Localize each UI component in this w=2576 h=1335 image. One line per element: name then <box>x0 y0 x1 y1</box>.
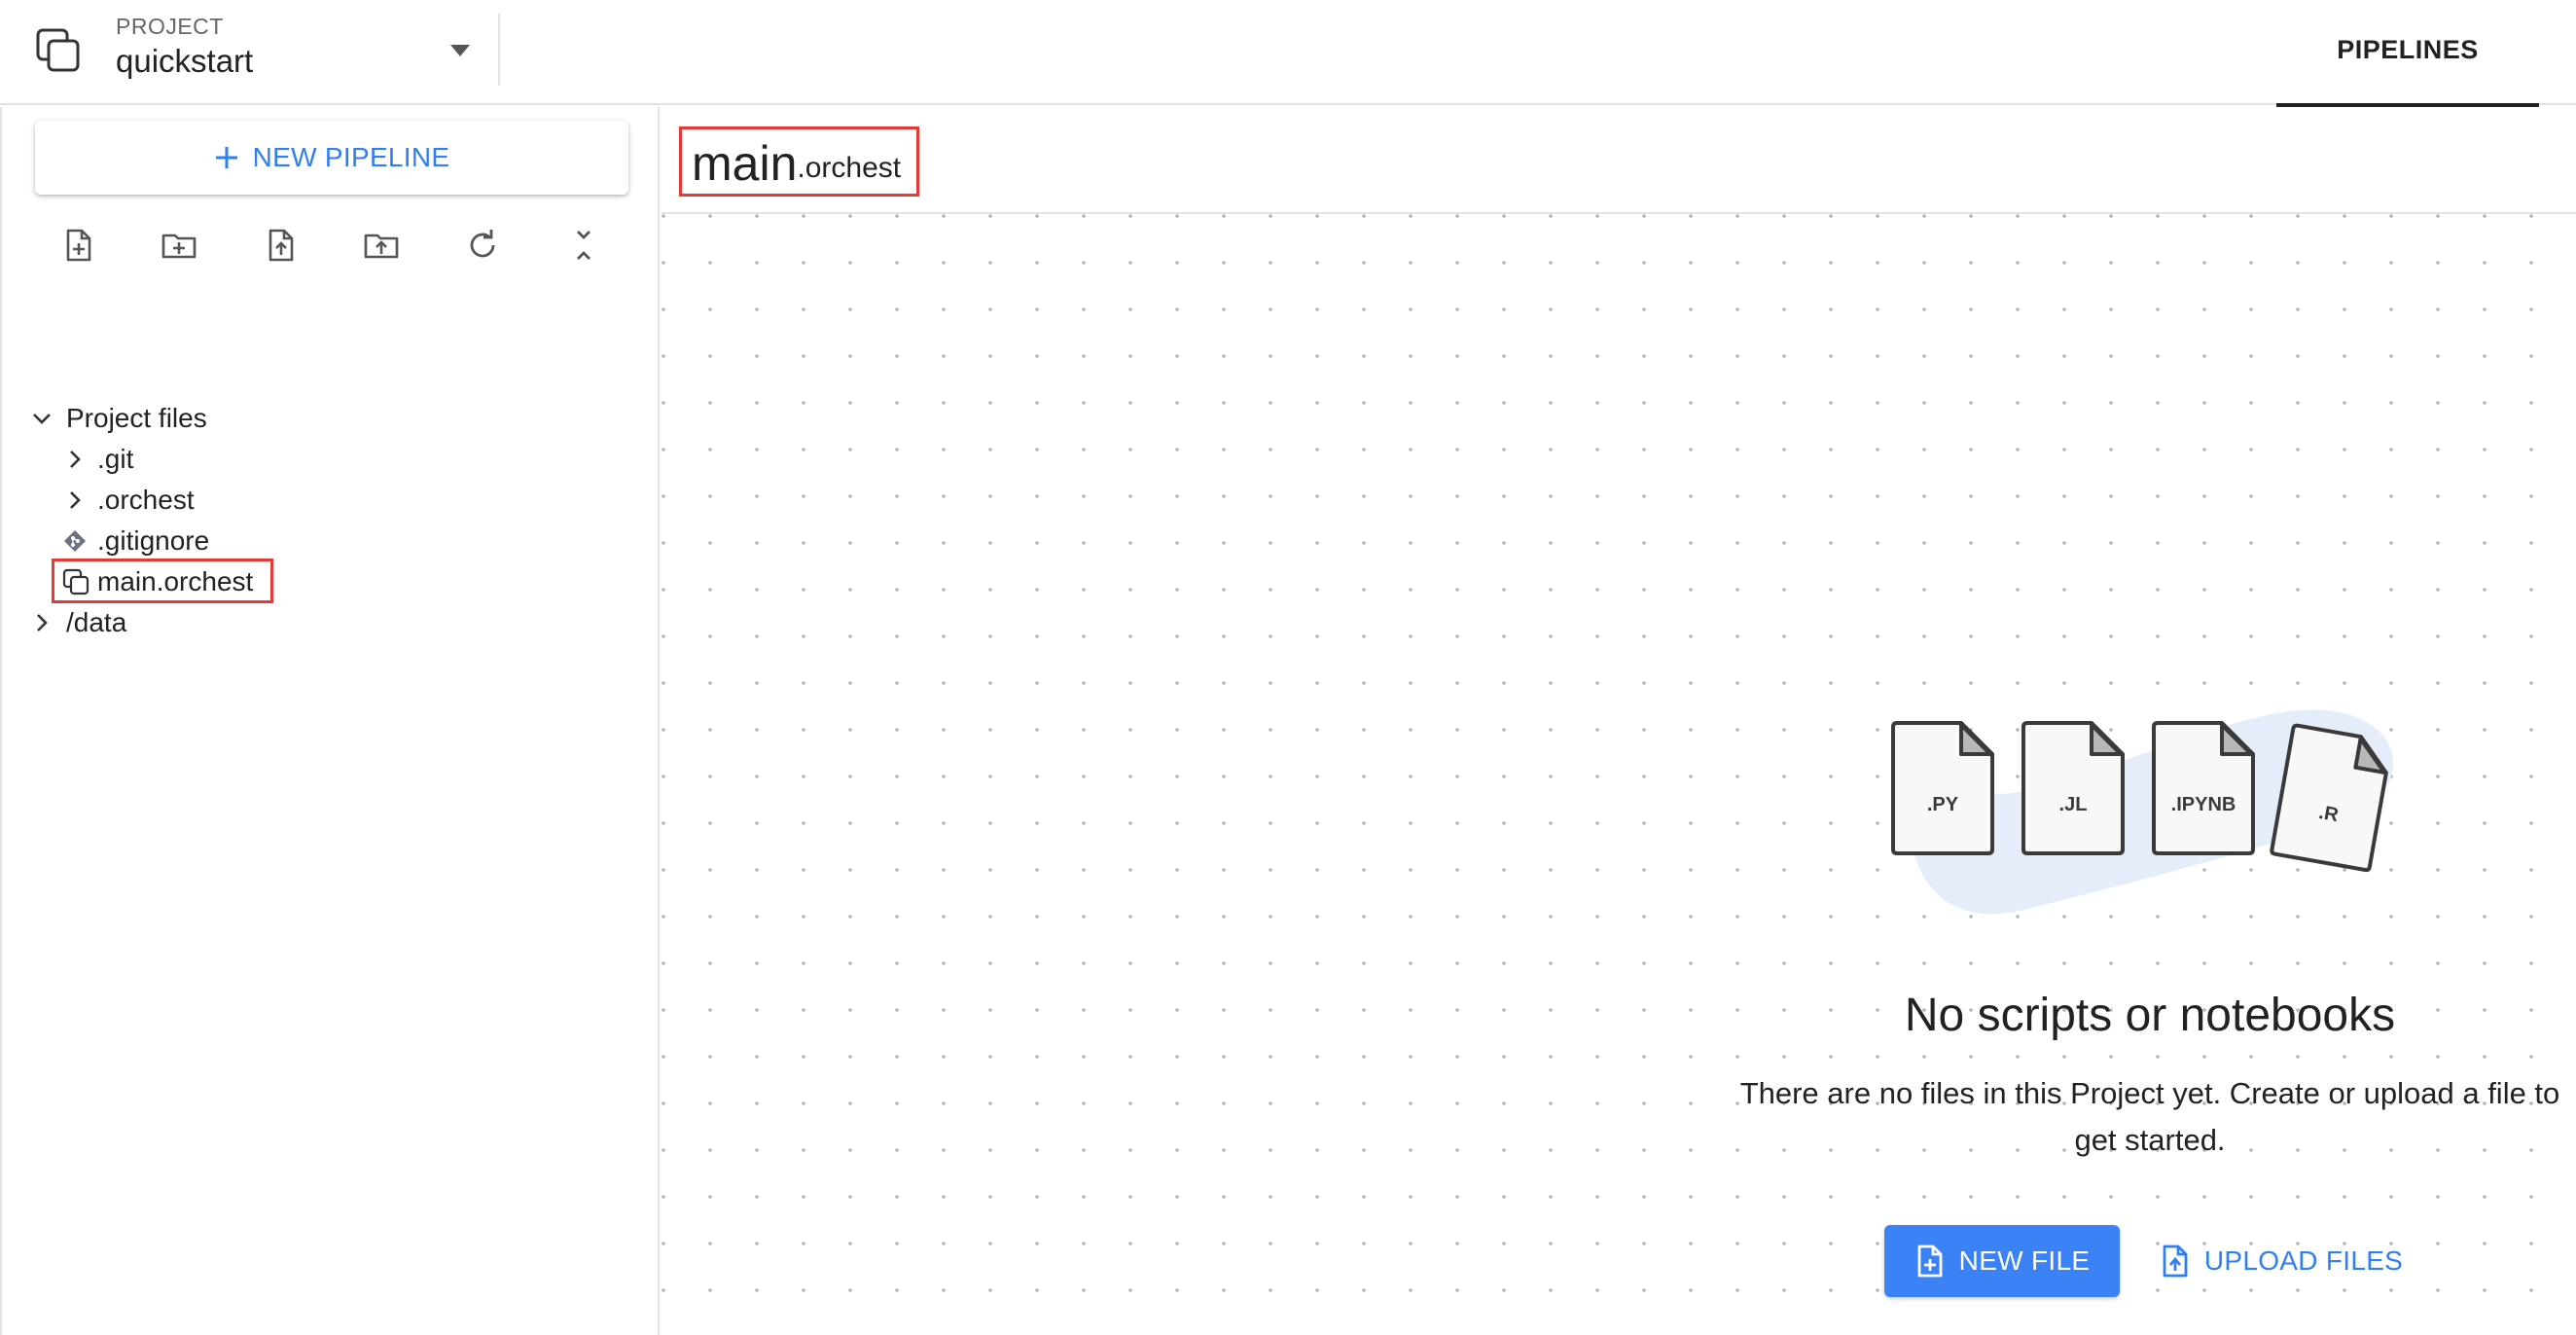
ipynb-file-icon: .IPYNB <box>2152 721 2255 855</box>
tree-item-gitignore[interactable]: .gitignore <box>62 522 209 560</box>
jl-file-label: .JL <box>2059 794 2088 815</box>
project-selector[interactable]: quickstart <box>116 43 253 80</box>
new-pipeline-button[interactable]: NEW PIPELINE <box>35 121 628 195</box>
chevron-right-icon <box>70 491 81 509</box>
tree-item-label: .git <box>97 444 134 474</box>
pipeline-name[interactable]: main .orchest <box>679 126 920 197</box>
git-icon <box>64 530 86 552</box>
py-file-label: .PY <box>1927 794 1959 815</box>
upload-files-label: UPLOAD FILES <box>2203 1245 2404 1276</box>
caret-down-icon[interactable] <box>450 45 470 56</box>
pipeline-name-base: main <box>692 136 798 191</box>
file-sidebar: NEW PIPELINE Project files .git .orchest… <box>0 107 660 1335</box>
project-kicker: PROJECT <box>116 14 224 39</box>
empty-state-description: There are no files in this Project yet. … <box>1739 1076 2560 1157</box>
collapse-all-icon[interactable] <box>560 222 607 269</box>
chevron-right-icon <box>70 451 81 468</box>
top-header: PROJECT quickstart PIPELINES <box>0 0 2576 107</box>
ipynb-file-label: .IPYNB <box>2171 794 2236 815</box>
pipeline-canvas[interactable]: main .orchest .PY .JL .IPYNB .R No scrip… <box>662 107 2576 1335</box>
tab-pipelines[interactable]: PIPELINES <box>2276 0 2539 107</box>
tree-item-orchest-folder[interactable]: .orchest <box>62 481 195 520</box>
new-pipeline-label: NEW PIPELINE <box>252 142 450 172</box>
project-logo-icon <box>36 28 80 72</box>
upload-file-icon[interactable] <box>257 222 304 269</box>
tree-root-label: Project files <box>66 403 207 433</box>
new-file-icon <box>1917 1245 1943 1278</box>
header-divider <box>498 14 500 86</box>
upload-folder-icon[interactable] <box>358 222 405 269</box>
file-types-illustration: .PY .JL .IPYNB .R <box>1891 709 2393 915</box>
pipeline-file-icon <box>62 568 89 595</box>
tree-item-label: .orchest <box>97 485 195 515</box>
pipeline-title-bar: main .orchest <box>662 107 2576 214</box>
empty-state-title: No scripts or notebooks <box>1904 990 2396 1041</box>
tree-item-label: .gitignore <box>97 525 210 556</box>
tree-item-label: /data <box>66 607 127 637</box>
jl-file-icon: .JL <box>2021 721 2125 855</box>
chevron-down-icon <box>33 414 51 424</box>
refresh-icon[interactable] <box>459 222 506 269</box>
new-file-icon[interactable] <box>54 222 101 269</box>
new-file-label: NEW FILE <box>1958 1245 2091 1276</box>
tree-item-label: main.orchest <box>97 566 254 596</box>
tree-item-git[interactable]: .git <box>62 440 133 479</box>
py-file-icon: .PY <box>1891 721 1994 855</box>
upload-files-button[interactable]: UPLOAD FILES <box>2150 1225 2413 1297</box>
tree-item-main-orchest[interactable]: main.orchest <box>62 562 253 601</box>
tab-pipelines-label: PIPELINES <box>2337 35 2479 64</box>
file-tree-toolbar <box>41 222 625 269</box>
new-folder-icon[interactable] <box>156 222 202 269</box>
pipeline-name-extension: .orchest <box>797 152 902 184</box>
upload-file-icon <box>2163 1245 2188 1278</box>
chevron-right-icon <box>37 614 48 631</box>
new-file-button[interactable]: NEW FILE <box>1884 1225 2120 1297</box>
plus-icon <box>215 147 237 168</box>
tree-item-data-folder[interactable]: /data <box>29 603 126 642</box>
tree-root-project-files[interactable]: Project files <box>29 399 207 438</box>
